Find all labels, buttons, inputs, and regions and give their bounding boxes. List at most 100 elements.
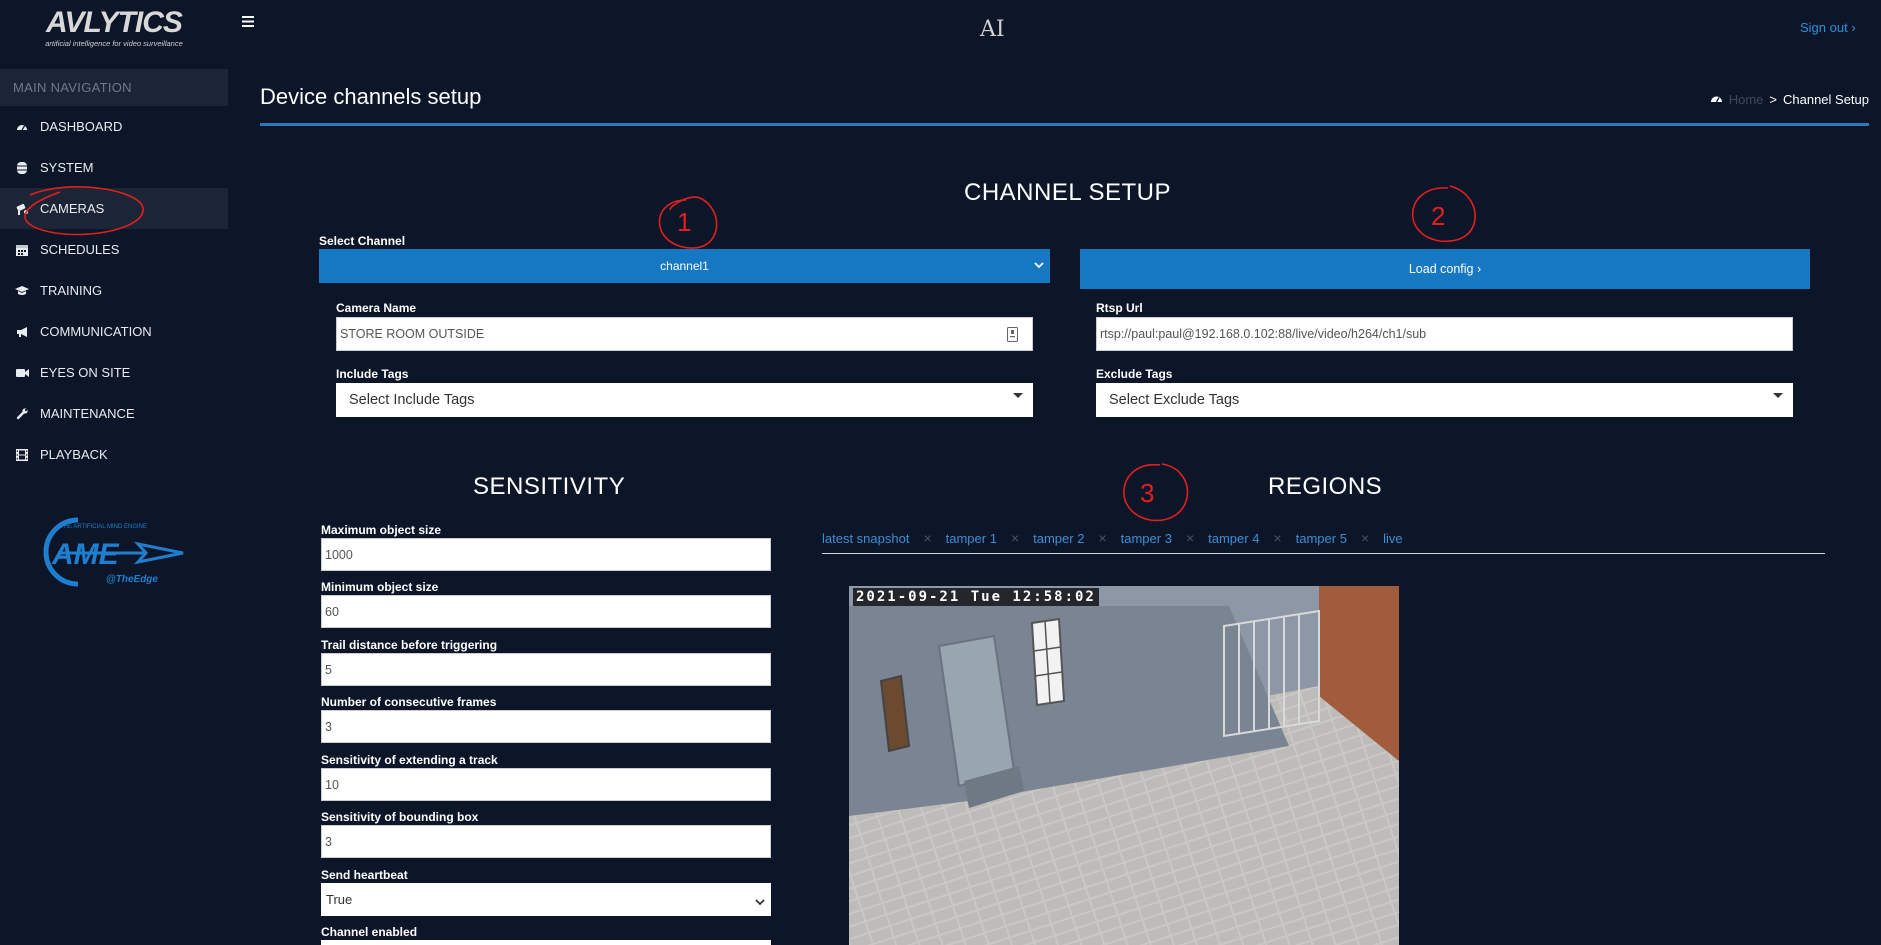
tab-tamper-4[interactable]: tamper 4 xyxy=(1208,531,1259,546)
close-icon[interactable]: × xyxy=(923,530,931,546)
camera-name-label: Camera Name xyxy=(336,301,417,315)
field-value: 60 xyxy=(325,604,339,619)
field-value: 10 xyxy=(325,777,339,792)
sidebar-item-playback[interactable]: PLAYBACK xyxy=(0,434,228,475)
tab-tamper-5[interactable]: tamper 5 xyxy=(1296,531,1347,546)
nav-header: MAIN NAVIGATION xyxy=(0,69,228,106)
include-tags-placeholder: Select Include Tags xyxy=(349,392,475,408)
close-icon[interactable]: × xyxy=(1361,530,1369,546)
sidebar-item-label: TRAINING xyxy=(40,283,103,298)
exclude-tags-select[interactable]: Select Exclude Tags xyxy=(1096,383,1793,417)
rtsp-url-input[interactable]: rtsp://paul:paul@192.168.0.102:88/live/v… xyxy=(1096,317,1793,351)
sidebar-item-training[interactable]: TRAINING xyxy=(0,270,228,311)
channel-enabled-select[interactable] xyxy=(321,940,771,945)
wrench-icon xyxy=(14,406,30,422)
sidebar-item-communication[interactable]: COMMUNICATION xyxy=(0,311,228,352)
close-icon[interactable]: × xyxy=(1011,530,1019,546)
tab-latest-snapshot[interactable]: latest snapshot xyxy=(822,531,909,546)
exclude-tags-label: Exclude Tags xyxy=(1096,367,1173,381)
select-channel-label: Select Channel xyxy=(319,234,406,248)
tab-live[interactable]: live xyxy=(1383,531,1403,546)
heartbeat-value: True xyxy=(326,892,353,907)
close-icon[interactable]: × xyxy=(1273,530,1281,546)
sidebar-item-system[interactable]: SYSTEM xyxy=(0,147,228,188)
sidebar-item-maintenance[interactable]: MAINTENANCE xyxy=(0,393,228,434)
graduation-cap-icon xyxy=(14,283,30,299)
regions-tabs: latest snapshot × tamper 1 × tamper 2 × … xyxy=(822,523,1403,553)
avlytics-logo[interactable]: AVLYTICS artificial intelligence for vid… xyxy=(44,6,184,49)
bounding-box-input[interactable]: 3 xyxy=(321,825,771,858)
breadcrumb: Home > Channel Setup xyxy=(1710,92,1869,107)
caret-down-icon xyxy=(1773,393,1783,398)
video-icon xyxy=(14,365,30,381)
sensitivity-field-label: Maximum object size xyxy=(321,523,442,537)
ame-tagline: THE ARTIFICIAL MIND ENGINE xyxy=(60,524,147,530)
sidebar-item-label: SYSTEM xyxy=(40,160,94,175)
close-icon[interactable]: × xyxy=(1098,530,1106,546)
hamburger-icon xyxy=(242,16,254,27)
sidebar: AVLYTICS artificial intelligence for vid… xyxy=(0,0,228,945)
sensitivity-field-label: Minimum object size xyxy=(321,580,439,594)
regions-title: REGIONS xyxy=(1268,473,1383,500)
breadcrumb-home-link[interactable]: Home xyxy=(1729,92,1764,107)
camera-timestamp: 2021-09-21 Tue 12:58:02 xyxy=(853,588,1099,606)
annotation-number: 3 xyxy=(1140,478,1154,508)
ame-logo: THE ARTIFICIAL MIND ENGINE AME @TheEdge xyxy=(38,510,188,590)
track-extension-input[interactable]: 10 xyxy=(321,768,771,801)
rtsp-url-label: Rtsp Url xyxy=(1096,301,1143,315)
heartbeat-select[interactable]: True xyxy=(321,883,771,916)
field-value: 3 xyxy=(325,834,332,849)
sensitivity-field-label: Sensitivity of bounding box xyxy=(321,810,479,824)
chevron-down-icon xyxy=(755,895,765,909)
close-icon[interactable]: × xyxy=(1186,530,1194,546)
sidebar-item-cameras[interactable]: CAMERAS xyxy=(0,188,228,229)
tab-tamper-2[interactable]: tamper 2 xyxy=(1033,531,1084,546)
logo-text: AVLYTICS xyxy=(46,6,183,39)
contact-card-icon xyxy=(1007,327,1018,345)
breadcrumb-current: Channel Setup xyxy=(1782,92,1869,107)
annotation-number: 1 xyxy=(677,207,691,237)
tab-tamper-1[interactable]: tamper 1 xyxy=(946,531,997,546)
title-divider xyxy=(260,123,1869,126)
dashboard-icon xyxy=(14,119,30,135)
sidebar-item-label: EYES ON SITE xyxy=(40,365,131,380)
sidebar-item-label: COMMUNICATION xyxy=(40,324,152,339)
caret-down-icon xyxy=(1013,393,1023,398)
sidebar-item-eyes-on-site[interactable]: EYES ON SITE xyxy=(0,352,228,393)
sensitivity-field-label: Number of consecutive frames xyxy=(321,695,497,709)
tab-tamper-3[interactable]: tamper 3 xyxy=(1121,531,1172,546)
chevron-down-icon xyxy=(1034,258,1044,272)
sidebar-item-label: DASHBOARD xyxy=(40,119,123,134)
calendar-icon xyxy=(14,242,30,258)
consecutive-frames-input[interactable]: 3 xyxy=(321,710,771,743)
trail-distance-input[interactable]: 5 xyxy=(321,653,771,686)
include-tags-select[interactable]: Select Include Tags xyxy=(336,383,1033,417)
channel-setup-title: CHANNEL SETUP xyxy=(964,179,1171,206)
sidebar-item-dashboard[interactable]: DASHBOARD xyxy=(0,106,228,147)
camera-name-value: STORE ROOM OUTSIDE xyxy=(340,327,485,341)
min-object-size-input[interactable]: 60 xyxy=(321,595,771,628)
rtsp-url-value: rtsp://paul:paul@192.168.0.102:88/live/v… xyxy=(1100,327,1427,341)
heartbeat-label: Send heartbeat xyxy=(321,868,408,882)
camera-name-input[interactable]: STORE ROOM OUTSIDE xyxy=(336,317,1033,351)
sensitivity-title: SENSITIVITY xyxy=(473,473,626,500)
menu-toggle-button[interactable] xyxy=(242,14,254,30)
select-channel-dropdown[interactable]: channel1 xyxy=(319,249,1050,283)
sidebar-item-schedules[interactable]: SCHEDULES xyxy=(0,229,228,270)
sign-out-link[interactable]: Sign out › xyxy=(1800,20,1856,35)
film-icon xyxy=(14,447,30,463)
page-title: Device channels setup xyxy=(260,84,482,109)
camera-icon xyxy=(14,201,30,217)
annotation-number: 2 xyxy=(1431,201,1445,231)
load-config-button[interactable]: Load config › xyxy=(1080,249,1810,289)
brand-mark: AI xyxy=(978,14,1008,42)
select-channel-value: channel1 xyxy=(660,259,709,273)
brand-mark-text: AI xyxy=(979,17,1005,40)
megaphone-icon xyxy=(14,324,30,340)
sensitivity-field-label: Sensitivity of extending a track xyxy=(321,753,498,767)
field-value: 5 xyxy=(325,662,332,677)
max-object-size-input[interactable]: 1000 xyxy=(321,538,771,571)
dashboard-icon xyxy=(1710,92,1723,107)
camera-snapshot[interactable]: 2021-09-21 Tue 12:58:02 xyxy=(849,586,1399,945)
include-tags-label: Include Tags xyxy=(336,367,409,381)
